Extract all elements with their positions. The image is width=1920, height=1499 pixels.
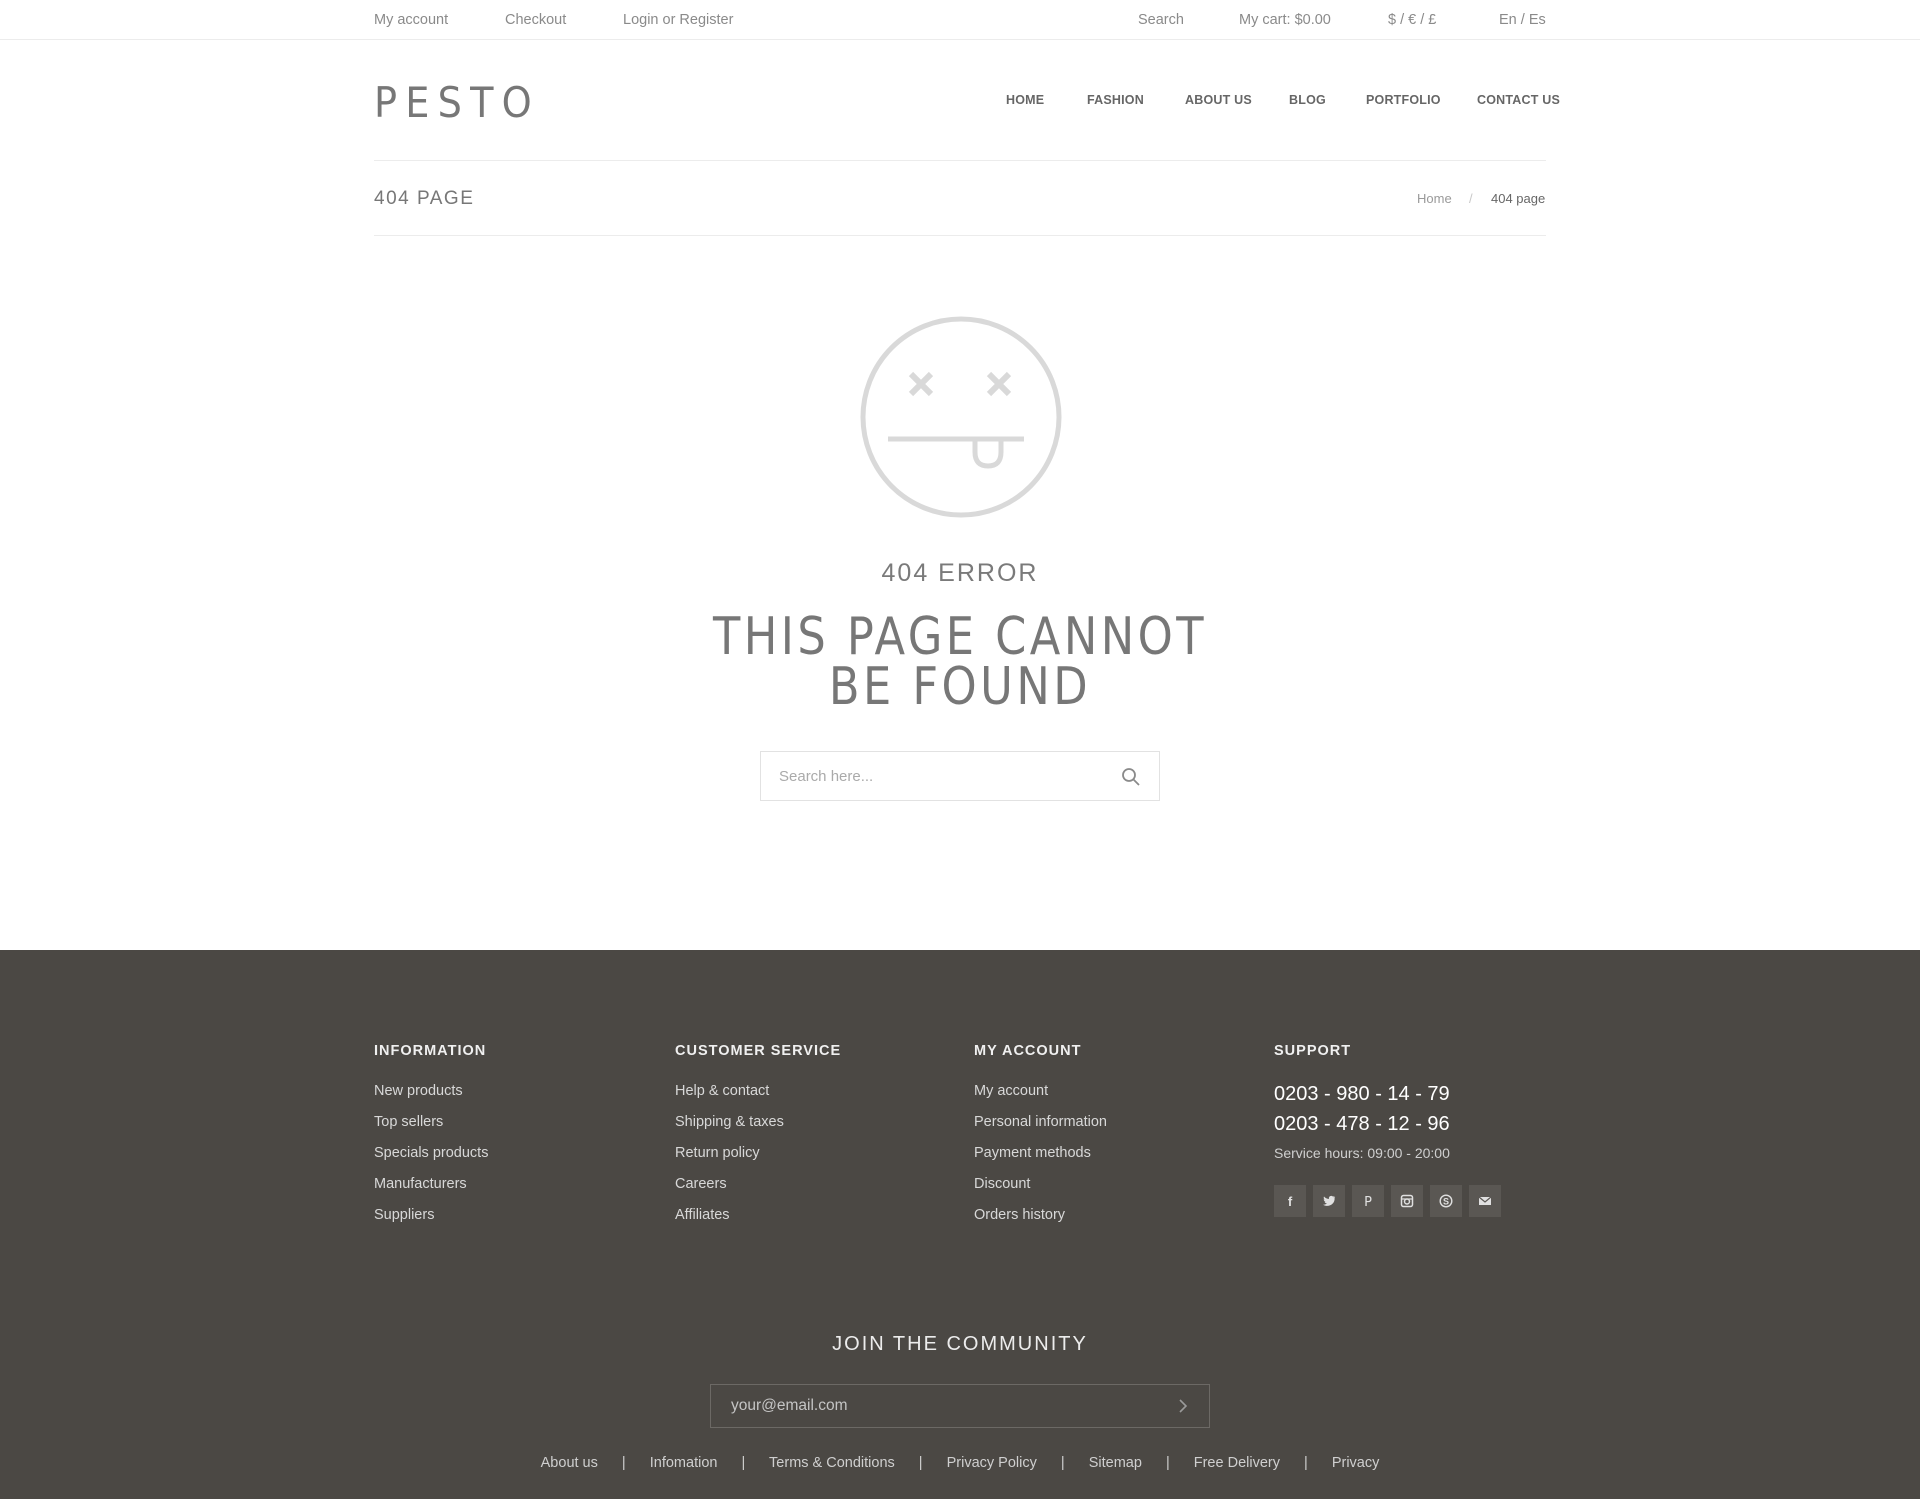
footer-link-shipping-taxes[interactable]: Shipping & taxes (675, 1114, 841, 1145)
error-title-line-1: THIS PAGE CANNOT (712, 607, 1208, 667)
newsletter-email-input[interactable] (731, 1385, 1151, 1427)
footer-link-affiliates[interactable]: Affiliates (675, 1207, 841, 1238)
top-bar: My account Checkout Login or Register Se… (0, 0, 1920, 40)
skype-icon[interactable]: S (1430, 1185, 1462, 1217)
support-phone-1: 0203 - 980 - 14 - 79 (1274, 1083, 1450, 1105)
error-code: 404 ERROR (881, 559, 1039, 587)
breadcrumb-home[interactable]: Home (1417, 191, 1452, 206)
pesto-logo[interactable]: PESTO (374, 84, 542, 118)
bottom-link-separator: | (1165, 1455, 1170, 1471)
footer-link-suppliers[interactable]: Suppliers (374, 1207, 488, 1238)
bottom-link-separator: | (621, 1455, 626, 1471)
bottom-link-separator: | (1060, 1455, 1065, 1471)
chevron-right-icon[interactable] (1175, 1398, 1191, 1414)
error-title-line-2: BE FOUND (828, 657, 1092, 717)
social-links: f P S (1274, 1185, 1501, 1217)
breadcrumb-current: 404 page (1491, 191, 1546, 206)
currency-switcher[interactable]: $ / € / £ (1388, 12, 1436, 28)
dead-face-icon (860, 316, 1062, 518)
footer-link-top-sellers[interactable]: Top sellers (374, 1114, 488, 1145)
footer-link-careers[interactable]: Careers (675, 1176, 841, 1207)
bottom-link-separator: | (918, 1455, 923, 1471)
footer-link-payment-methods[interactable]: Payment methods (974, 1145, 1107, 1176)
svg-text:S: S (1443, 1197, 1449, 1207)
bottom-link-terms[interactable]: Terms & Conditions (769, 1455, 895, 1471)
instagram-icon[interactable] (1391, 1185, 1423, 1217)
footer-heading-information: INFORMATION (374, 1043, 487, 1059)
error-title: THIS PAGE CANNOT BE FOUND (134, 607, 1785, 717)
bottom-links: About us | Infomation | Terms & Conditio… (0, 1455, 1920, 1471)
search-input[interactable] (779, 752, 1109, 800)
pinterest-icon[interactable]: P (1352, 1185, 1384, 1217)
footer-heading-my-account: MY ACCOUNT (974, 1043, 1082, 1059)
footer-link-specials[interactable]: Specials products (374, 1145, 488, 1176)
mail-icon[interactable] (1469, 1185, 1501, 1217)
search-icon[interactable] (1121, 767, 1141, 787)
footer-link-discount[interactable]: Discount (974, 1176, 1107, 1207)
footer-link-help-contact[interactable]: Help & contact (675, 1083, 841, 1114)
footer-my-account: MY ACCOUNT My account Personal informati… (974, 1043, 1107, 1238)
nav-contact-us[interactable]: CONTACT US (1477, 93, 1560, 107)
bottom-link-sitemap[interactable]: Sitemap (1089, 1455, 1142, 1471)
search-box (760, 751, 1160, 801)
support-phone-2: 0203 - 478 - 12 - 96 (1274, 1113, 1450, 1135)
title-divider (374, 235, 1546, 236)
cart-link[interactable]: My cart: $0.00 (1239, 12, 1331, 28)
footer-heading-customer-service: CUSTOMER SERVICE (675, 1043, 842, 1059)
footer-information: INFORMATION New products Top sellers Spe… (374, 1043, 488, 1238)
service-hours: Service hours: 09:00 - 20:00 (1274, 1145, 1450, 1161)
facebook-icon[interactable]: f (1274, 1185, 1306, 1217)
language-switcher[interactable]: En / Es (1499, 12, 1546, 28)
checkout-link[interactable]: Checkout (505, 12, 566, 28)
header-divider (374, 160, 1546, 161)
footer-link-orders-history[interactable]: Orders history (974, 1207, 1107, 1238)
footer-link-personal-information[interactable]: Personal information (974, 1114, 1107, 1145)
nav-blog[interactable]: BLOG (1289, 93, 1326, 107)
nav-fashion[interactable]: FASHION (1087, 93, 1144, 107)
twitter-icon[interactable] (1313, 1185, 1345, 1217)
footer-heading-support: SUPPORT (1274, 1043, 1352, 1059)
bottom-link-separator: | (741, 1455, 746, 1471)
nav-portfolio[interactable]: PORTFOLIO (1366, 93, 1441, 107)
svg-text:P: P (1364, 1195, 1372, 1208)
nav-home[interactable]: HOME (1006, 93, 1044, 107)
bottom-link-privacy-policy[interactable]: Privacy Policy (947, 1455, 1037, 1471)
footer-link-new-products[interactable]: New products (374, 1083, 488, 1114)
bottom-link-free-delivery[interactable]: Free Delivery (1194, 1455, 1280, 1471)
svg-text:f: f (1288, 1194, 1293, 1208)
bottom-link-privacy[interactable]: Privacy (1332, 1455, 1380, 1471)
breadcrumb-separator: / (1469, 191, 1473, 206)
my-account-link[interactable]: My account (374, 12, 448, 28)
footer-link-my-account[interactable]: My account (974, 1083, 1107, 1114)
page-title: 404 PAGE (374, 188, 475, 209)
bottom-link-separator: | (1304, 1455, 1308, 1471)
nav-about-us[interactable]: ABOUT US (1185, 93, 1252, 107)
search-link[interactable]: Search (1138, 12, 1184, 28)
newsletter-heading: JOIN THE COMMUNITY (832, 1333, 1088, 1355)
footer-customer-service: CUSTOMER SERVICE Help & contact Shipping… (675, 1043, 841, 1238)
footer-support: SUPPORT 0203 - 980 - 14 - 79 0203 - 478 … (1274, 1043, 1501, 1217)
login-register-link[interactable]: Login or Register (623, 12, 733, 28)
footer-link-manufacturers[interactable]: Manufacturers (374, 1176, 488, 1207)
bottom-link-about-us[interactable]: About us (541, 1455, 598, 1471)
bottom-link-infomation[interactable]: Infomation (650, 1455, 718, 1471)
footer-link-return-policy[interactable]: Return policy (675, 1145, 841, 1176)
logo-text: PESTO (374, 84, 540, 118)
newsletter-form (710, 1384, 1210, 1428)
footer: INFORMATION New products Top sellers Spe… (0, 950, 1920, 1499)
